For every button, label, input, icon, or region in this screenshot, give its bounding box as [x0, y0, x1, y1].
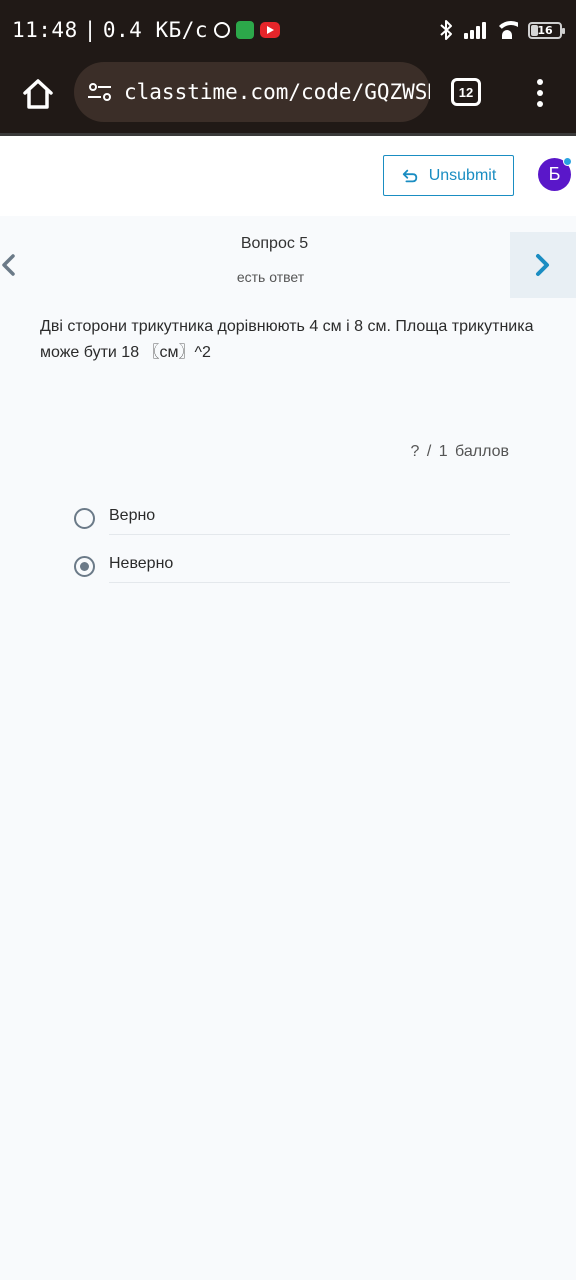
alarm-icon	[214, 22, 231, 38]
status-time: 11:48	[12, 18, 78, 42]
page-header: Unsubmit Б	[0, 136, 576, 216]
wifi-icon	[496, 21, 518, 39]
url-bar[interactable]: classtime.com/code/GQZWSD	[74, 62, 430, 122]
question-score: ? / 1 баллов	[410, 443, 509, 460]
signal-icon	[464, 21, 486, 39]
answer-option[interactable]: Верно	[74, 501, 510, 535]
bluetooth-icon	[440, 20, 452, 40]
youtube-icon	[260, 22, 281, 38]
undo-icon	[402, 169, 417, 182]
avatar[interactable]: Б	[538, 157, 572, 191]
radio-button-selected[interactable]	[74, 555, 95, 577]
radio-button[interactable]	[74, 507, 95, 529]
notification-dot	[563, 157, 572, 166]
battery-level: 16	[537, 23, 553, 37]
question-text: Дві сторони трикутника дорівнюють 4 см і…	[40, 318, 534, 361]
unsubmit-button[interactable]: Unsubmit	[383, 155, 514, 196]
browser-toolbar: classtime.com/code/GQZWSD 12	[0, 62, 576, 134]
unsubmit-label: Unsubmit	[428, 166, 497, 184]
battery-icon: 16	[528, 21, 565, 39]
status-left: 11:48 | 0.4 КБ/с	[12, 18, 281, 42]
site-settings-icon[interactable]	[86, 78, 114, 106]
status-separator: |	[83, 18, 97, 42]
status-speed: 0.4 КБ/с	[102, 18, 209, 42]
url-text[interactable]: classtime.com/code/GQZWSD	[124, 80, 430, 104]
question-status: есть ответ	[236, 269, 305, 285]
tab-count: 12	[458, 84, 474, 100]
home-icon[interactable]	[20, 76, 56, 112]
answer-label[interactable]: Неверно	[109, 549, 510, 583]
avatar-letter: Б	[548, 164, 561, 184]
walk-icon	[236, 21, 255, 39]
status-bar: 11:48 | 0.4 КБ/с 16	[0, 0, 576, 62]
answer-label[interactable]: Верно	[109, 501, 510, 535]
browser-menu-button[interactable]	[530, 76, 550, 110]
status-right: 16	[438, 19, 565, 41]
tab-switcher-button[interactable]: 12	[451, 78, 481, 106]
question-title: Вопрос 5	[240, 235, 309, 252]
answer-option[interactable]: Неверно	[74, 549, 510, 583]
